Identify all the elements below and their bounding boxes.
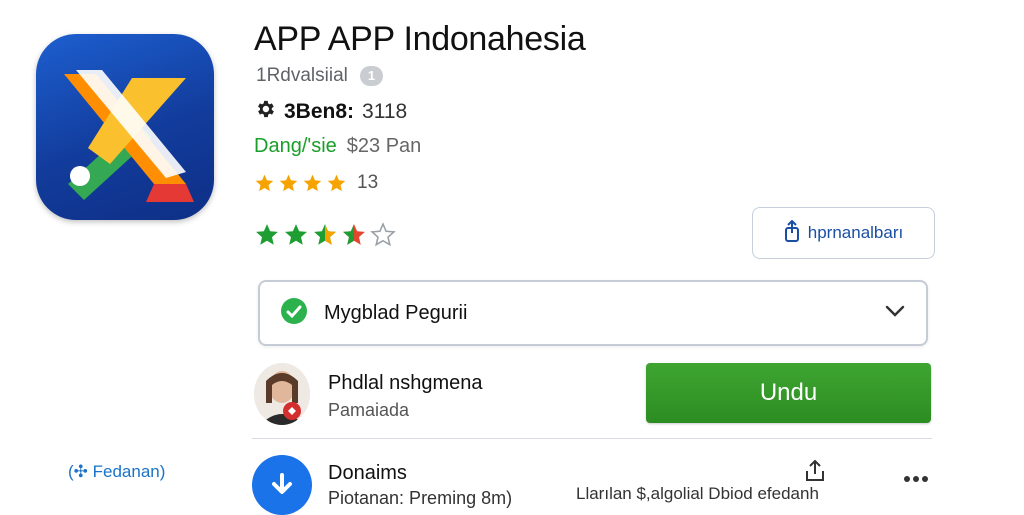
- developer-badge: 1: [359, 66, 384, 86]
- price-row: Dang/'sie $23 Pan: [254, 135, 421, 158]
- star-half-icon: [341, 222, 367, 247]
- developer-row: 1Rdvalsiial 1: [256, 64, 384, 88]
- share-icon: [784, 219, 800, 247]
- star-icon: [278, 173, 299, 193]
- star-icon: [254, 222, 280, 247]
- version-dropdown[interactable]: Mygblad Pegurii: [258, 280, 928, 346]
- star-icon: [312, 222, 338, 247]
- side-link[interactable]: (✣ Fedanan): [68, 462, 165, 482]
- price-value: $23 Pan: [346, 135, 422, 157]
- divider: [252, 438, 932, 439]
- rating-stars: [254, 173, 347, 193]
- download-button[interactable]: Undu: [646, 363, 931, 423]
- star-icon: [326, 173, 347, 193]
- reviewer-subtitle: Pamaiada: [328, 400, 410, 420]
- share-button-label: hprnanalbarı: [807, 223, 904, 242]
- version-row: 3Ben8: 3118: [254, 98, 407, 126]
- share-icon[interactable]: [803, 459, 827, 488]
- gear-icon: [254, 98, 276, 126]
- downloads-subtitle: Piotanan: Preming 8m): [328, 488, 513, 508]
- more-options-icon[interactable]: [903, 470, 929, 488]
- downloads-title: Donaims: [328, 462, 407, 484]
- reviewer-name: Phdlal nshgmena: [328, 372, 483, 394]
- check-circle-icon: [280, 297, 308, 330]
- app-icon: [36, 34, 214, 220]
- star-icon: [302, 173, 323, 193]
- star-icon: [254, 173, 275, 193]
- version-value: 3118: [362, 100, 408, 123]
- star-empty-icon: [370, 222, 396, 247]
- rating-row-secondary: [254, 222, 396, 247]
- rating-count: 13: [357, 172, 379, 193]
- dropdown-label: Mygblad Pegurii: [324, 301, 468, 324]
- downloads-meta: Llarılan $,algolial Dbiod efedanh: [576, 484, 819, 503]
- version-label: 3Ben8:: [284, 100, 355, 123]
- rating-row: 13: [254, 172, 378, 194]
- rating-stars-secondary[interactable]: [254, 222, 396, 247]
- chevron-down-icon: [884, 304, 906, 323]
- share-button[interactable]: hprnanalbarı: [752, 207, 935, 259]
- download-arrow-icon[interactable]: [252, 455, 312, 515]
- avatar[interactable]: [254, 363, 310, 425]
- app-title: APP APP Indonahesia: [254, 20, 586, 58]
- developer-name[interactable]: 1Rdvalsiial: [256, 65, 348, 87]
- star-icon: [283, 222, 309, 247]
- price-label: Dang/'sie: [254, 135, 337, 157]
